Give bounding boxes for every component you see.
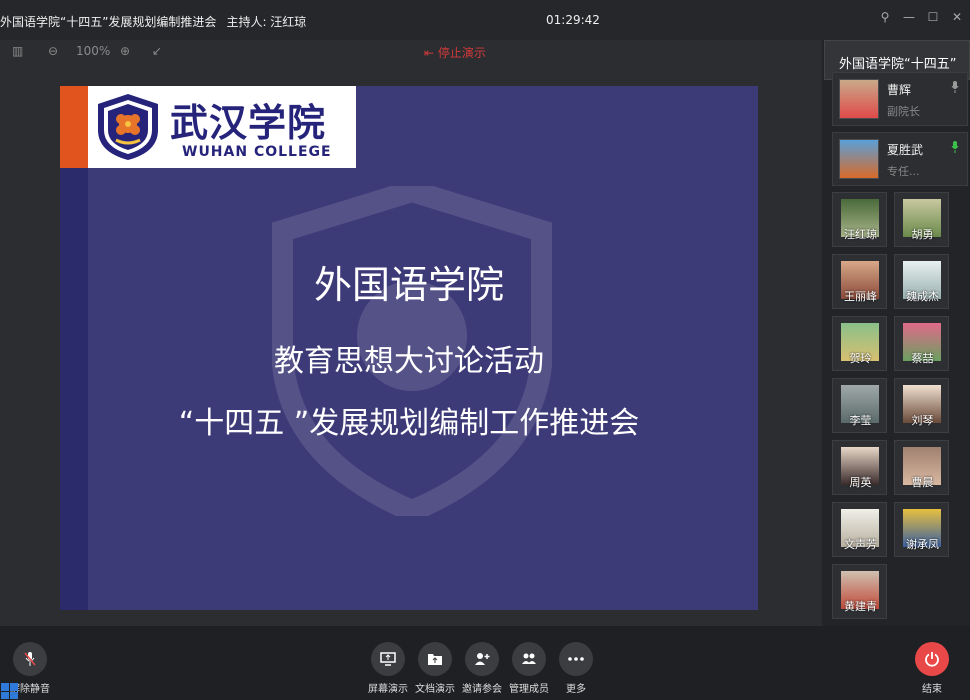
- featured-member[interactable]: 夏胜武 专任...: [832, 132, 968, 186]
- slide-side-stripe: [60, 168, 88, 610]
- slide-accent-bar: [60, 86, 88, 168]
- window-controls: ⚲ — ☐ ✕: [878, 10, 964, 24]
- more-icon: [559, 642, 593, 676]
- more-label: 更多: [566, 684, 586, 695]
- member-name: 曹辉: [887, 83, 912, 97]
- pin-icon[interactable]: ⚲: [878, 10, 892, 24]
- member-role: 专任...: [887, 165, 920, 178]
- participant-tile[interactable]: 汪红琼: [832, 192, 887, 247]
- college-logo: 武汉学院 WUHAN COLLEGE: [88, 86, 356, 168]
- shrink-icon[interactable]: ↙: [152, 44, 162, 58]
- participant-name: 黄建青: [844, 600, 877, 613]
- windows-start-icon[interactable]: [0, 682, 18, 700]
- stop-presenting-label: 停止演示: [437, 46, 486, 60]
- college-seal-icon: [98, 94, 158, 160]
- microphone-muted-icon: [13, 642, 47, 676]
- zoom-in-icon[interactable]: ⊕: [120, 44, 130, 58]
- participant-name: 刘琴: [911, 414, 934, 427]
- featured-member[interactable]: 曹辉 副院长: [832, 72, 968, 126]
- avatar: [839, 79, 879, 119]
- participant-tile[interactable]: 刘琴: [894, 378, 949, 433]
- zoom-out-icon[interactable]: ⊖: [48, 44, 58, 58]
- maximize-icon[interactable]: ☐: [926, 10, 940, 24]
- participant-name: 汪红琼: [844, 228, 877, 241]
- presentation-stage: 武汉学院 WUHAN COLLEGE 外国语学院 教育思想大讨论活动 “十四五 …: [0, 66, 820, 626]
- microphone-active-icon: [951, 141, 959, 153]
- more-button[interactable]: 更多: [546, 642, 606, 695]
- meeting-title: 外国语学院“十四五”发展规划编制推进会 主持人: 汪红琼: [0, 13, 306, 30]
- member-name: 夏胜武: [887, 143, 924, 157]
- participant-tile[interactable]: 贺玲: [832, 316, 887, 371]
- close-icon[interactable]: ✕: [950, 10, 964, 24]
- participant-name: 周英: [849, 476, 872, 489]
- logo-english-name: WUHAN COLLEGE: [182, 144, 332, 160]
- screen-share-icon: [371, 642, 405, 676]
- member-role: 副院长: [887, 105, 920, 118]
- participant-tile[interactable]: 王丽峰: [832, 254, 887, 309]
- title-bar: 外国语学院“十四五”发展规划编制推进会 主持人: 汪红琼 01:29:42 ⚲ —…: [0, 0, 970, 40]
- sidebar-toggle-icon[interactable]: ▥: [12, 44, 23, 58]
- logo-chinese-name: 武汉学院: [170, 101, 327, 145]
- view-toolbar: ▥ ⊖ 100% ⊕ ↙ ⇤ 停止演示: [0, 40, 820, 66]
- meeting-name: 外国语学院“十四五”发展规划编制推进会: [0, 15, 217, 29]
- participant-tile[interactable]: 胡勇: [894, 192, 949, 247]
- participant-tile[interactable]: 魏成杰: [894, 254, 949, 309]
- participant-name: 魏成杰: [906, 290, 939, 303]
- host-label: 主持人: 汪红琼: [226, 15, 307, 29]
- participant-name: 文声芳: [844, 538, 877, 551]
- participant-tile[interactable]: 周英: [832, 440, 887, 495]
- invite-icon: [465, 642, 499, 676]
- participant-name: 王丽峰: [844, 290, 877, 303]
- participant-tile[interactable]: 蔡喆: [894, 316, 949, 371]
- participant-name: 贺玲: [849, 352, 872, 365]
- end-meeting-button[interactable]: 结束: [902, 642, 962, 695]
- members-icon: [512, 642, 546, 676]
- meeting-timer: 01:29:42: [546, 13, 600, 27]
- participant-name: 胡勇: [911, 228, 934, 241]
- participant-name: 李莹: [849, 414, 872, 427]
- minimize-icon[interactable]: —: [902, 10, 916, 24]
- participant-tile[interactable]: 谢承凤: [894, 502, 949, 557]
- slide-heading: 外国语学院: [313, 263, 504, 307]
- avatar: [839, 139, 879, 179]
- power-icon: [915, 642, 949, 676]
- end-meeting-label: 结束: [922, 684, 942, 695]
- participant-tile[interactable]: 李莹: [832, 378, 887, 433]
- participant-name: 曹晨: [911, 476, 934, 489]
- slide-subheading: 教育思想大讨论活动: [274, 344, 544, 379]
- zoom-level: 100%: [76, 44, 111, 58]
- participant-name: 蔡喆: [911, 352, 934, 365]
- presentation-slide: 武汉学院 WUHAN COLLEGE 外国语学院 教育思想大讨论活动 “十四五 …: [60, 86, 758, 610]
- participants-panel: 外国语学院“十四五” 曹辉 副院长 夏胜武 专任... 汪红琼 胡勇 王丽峰 魏…: [822, 40, 970, 626]
- stop-presenting-button[interactable]: ⇤ 停止演示: [424, 44, 486, 61]
- participant-tile[interactable]: 文声芳: [832, 502, 887, 557]
- meeting-control-bar: 解除静音 屏幕演示 文档演示 邀请参会 管理成员 更多 结束: [0, 626, 970, 700]
- participant-name: 谢承凤: [906, 538, 939, 551]
- microphone-icon: [951, 81, 959, 93]
- participant-tile[interactable]: 曹晨: [894, 440, 949, 495]
- document-share-icon: [418, 642, 452, 676]
- participant-tile[interactable]: 黄建青: [832, 564, 887, 619]
- slide-meeting-title: “十四五 ”发展规划编制工作推进会: [178, 406, 640, 441]
